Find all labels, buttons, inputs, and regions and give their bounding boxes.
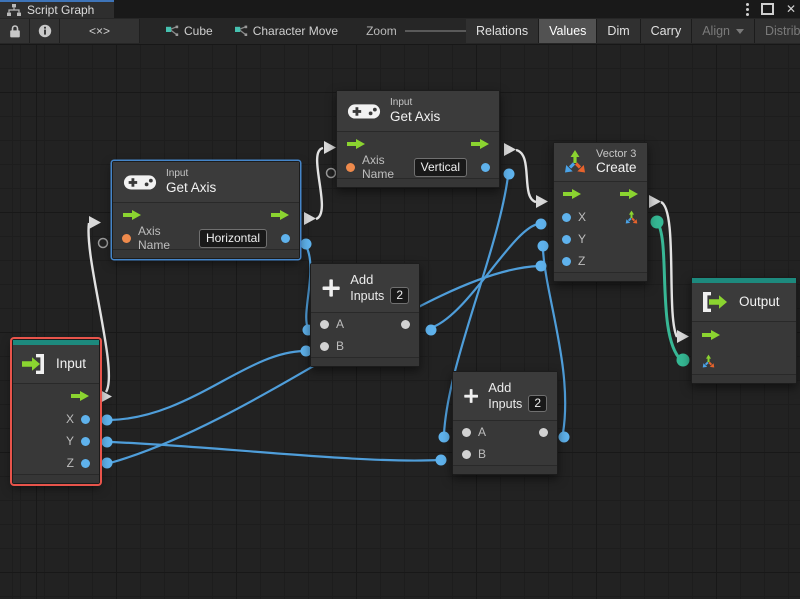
port-y[interactable] bbox=[562, 235, 571, 244]
port-z[interactable] bbox=[562, 257, 571, 266]
port-z-out[interactable] bbox=[81, 459, 90, 468]
port-x[interactable] bbox=[562, 213, 571, 222]
dim-button[interactable]: Dim bbox=[597, 19, 640, 43]
breadcrumb-graph-name[interactable]: Character Move bbox=[235, 24, 338, 38]
trigger-out-arrow[interactable] bbox=[70, 390, 90, 402]
trigger-out-arrow[interactable] bbox=[270, 209, 290, 221]
lock-button[interactable] bbox=[0, 19, 30, 43]
port-b[interactable] bbox=[462, 450, 471, 459]
trigger-in-arrow[interactable] bbox=[701, 329, 721, 341]
trigger-out-arrow[interactable] bbox=[619, 188, 639, 200]
align-dropdown[interactable]: Align bbox=[692, 19, 755, 43]
node-title: Get Axis bbox=[390, 109, 440, 125]
axis-name-port[interactable] bbox=[122, 234, 131, 243]
vector3-out-port[interactable] bbox=[624, 210, 639, 225]
port-y-out[interactable] bbox=[81, 437, 90, 446]
window-maximize-icon[interactable] bbox=[761, 3, 774, 15]
breadcrumb-graph-owner[interactable]: Cube bbox=[166, 24, 213, 38]
info-icon bbox=[38, 24, 52, 38]
script-graph-asset-icon bbox=[235, 25, 248, 37]
port-b[interactable] bbox=[320, 342, 329, 351]
gamepad-icon bbox=[347, 101, 381, 121]
code-icon: <×> bbox=[89, 24, 110, 38]
value-out-port[interactable] bbox=[481, 163, 490, 172]
node-title: Add bbox=[488, 380, 547, 395]
window-menu-icon[interactable] bbox=[746, 3, 749, 16]
node-subtitle: Input bbox=[390, 97, 440, 109]
node-footer bbox=[554, 272, 647, 281]
node-footer bbox=[453, 465, 557, 474]
output-bracket-icon bbox=[701, 291, 731, 313]
trigger-in-arrow[interactable] bbox=[562, 188, 582, 200]
info-button[interactable] bbox=[30, 19, 60, 43]
inputs-count-field[interactable]: 2 bbox=[390, 287, 409, 304]
node-footer bbox=[13, 474, 99, 483]
plus-icon bbox=[321, 275, 341, 301]
code-view-button[interactable]: <×> bbox=[60, 19, 140, 43]
gamepad-icon bbox=[123, 172, 157, 192]
toolbar-toggle-group: Relations Values Dim Carry Align Distrib… bbox=[466, 19, 800, 43]
node-subtitle: Vector 3 bbox=[596, 148, 637, 160]
tab-bar: Script Graph ✕ bbox=[0, 0, 800, 18]
node-title: Create bbox=[596, 160, 637, 176]
input-bracket-icon bbox=[21, 353, 49, 375]
axis-name-field[interactable]: Vertical bbox=[414, 158, 467, 177]
port-a[interactable] bbox=[462, 428, 471, 437]
zoom-label: Zoom bbox=[366, 24, 397, 38]
carry-button[interactable]: Carry bbox=[641, 19, 693, 43]
node-footer bbox=[311, 357, 419, 366]
node-footer bbox=[692, 374, 796, 383]
value-out-port[interactable] bbox=[281, 234, 290, 243]
relations-button[interactable]: Relations bbox=[466, 19, 539, 43]
tab-title: Script Graph bbox=[27, 3, 94, 17]
node-title: Get Axis bbox=[166, 180, 216, 196]
chevron-down-icon bbox=[736, 29, 744, 34]
padlock-icon bbox=[9, 24, 21, 38]
graph-toolbar: <×> Cube Character Move Zoom 1x bbox=[0, 18, 800, 45]
plus-icon bbox=[463, 383, 479, 409]
port-x-out[interactable] bbox=[81, 415, 90, 424]
result-out-port[interactable] bbox=[539, 428, 548, 437]
window-close-icon[interactable]: ✕ bbox=[786, 3, 796, 15]
inputs-count-field[interactable]: 2 bbox=[528, 395, 547, 412]
node-title: Output bbox=[739, 294, 780, 310]
result-out-port[interactable] bbox=[401, 320, 410, 329]
vector3-arrows-icon bbox=[562, 149, 588, 175]
vector3-in-port[interactable] bbox=[701, 354, 716, 369]
node-title: Input bbox=[56, 356, 86, 372]
node-subtitle: Input bbox=[166, 168, 216, 180]
script-graph-asset-icon bbox=[166, 25, 179, 37]
node-get-axis-horizontal[interactable]: Input Get Axis Axis Name Horizontal bbox=[112, 161, 300, 259]
trigger-out-arrow[interactable] bbox=[470, 138, 490, 150]
axis-name-port[interactable] bbox=[346, 163, 355, 172]
unity-script-graph-window: Script Graph ✕ <×> bbox=[0, 0, 800, 599]
trigger-in-arrow[interactable] bbox=[122, 209, 142, 221]
node-title: Add bbox=[350, 272, 409, 287]
trigger-in-arrow[interactable] bbox=[346, 138, 366, 150]
node-subgraph-output[interactable]: Output bbox=[691, 277, 797, 384]
values-button[interactable]: Values bbox=[539, 19, 597, 43]
node-get-axis-vertical[interactable]: Input Get Axis Axis Name Vertical bbox=[336, 90, 500, 188]
axis-name-field[interactable]: Horizontal bbox=[199, 229, 267, 248]
port-a[interactable] bbox=[320, 320, 329, 329]
node-add-2[interactable]: Add Inputs 2 A B bbox=[452, 371, 558, 475]
tab-script-graph[interactable]: Script Graph bbox=[0, 0, 114, 18]
node-vector3-create[interactable]: Vector 3 Create X Y Z bbox=[553, 142, 648, 282]
node-subgraph-input[interactable]: Input X Y Z bbox=[12, 339, 100, 484]
graph-hierarchy-icon bbox=[7, 4, 21, 16]
distribute-dropdown[interactable]: Distribute bbox=[755, 19, 800, 43]
node-add-1[interactable]: Add Inputs 2 A B bbox=[310, 263, 420, 367]
